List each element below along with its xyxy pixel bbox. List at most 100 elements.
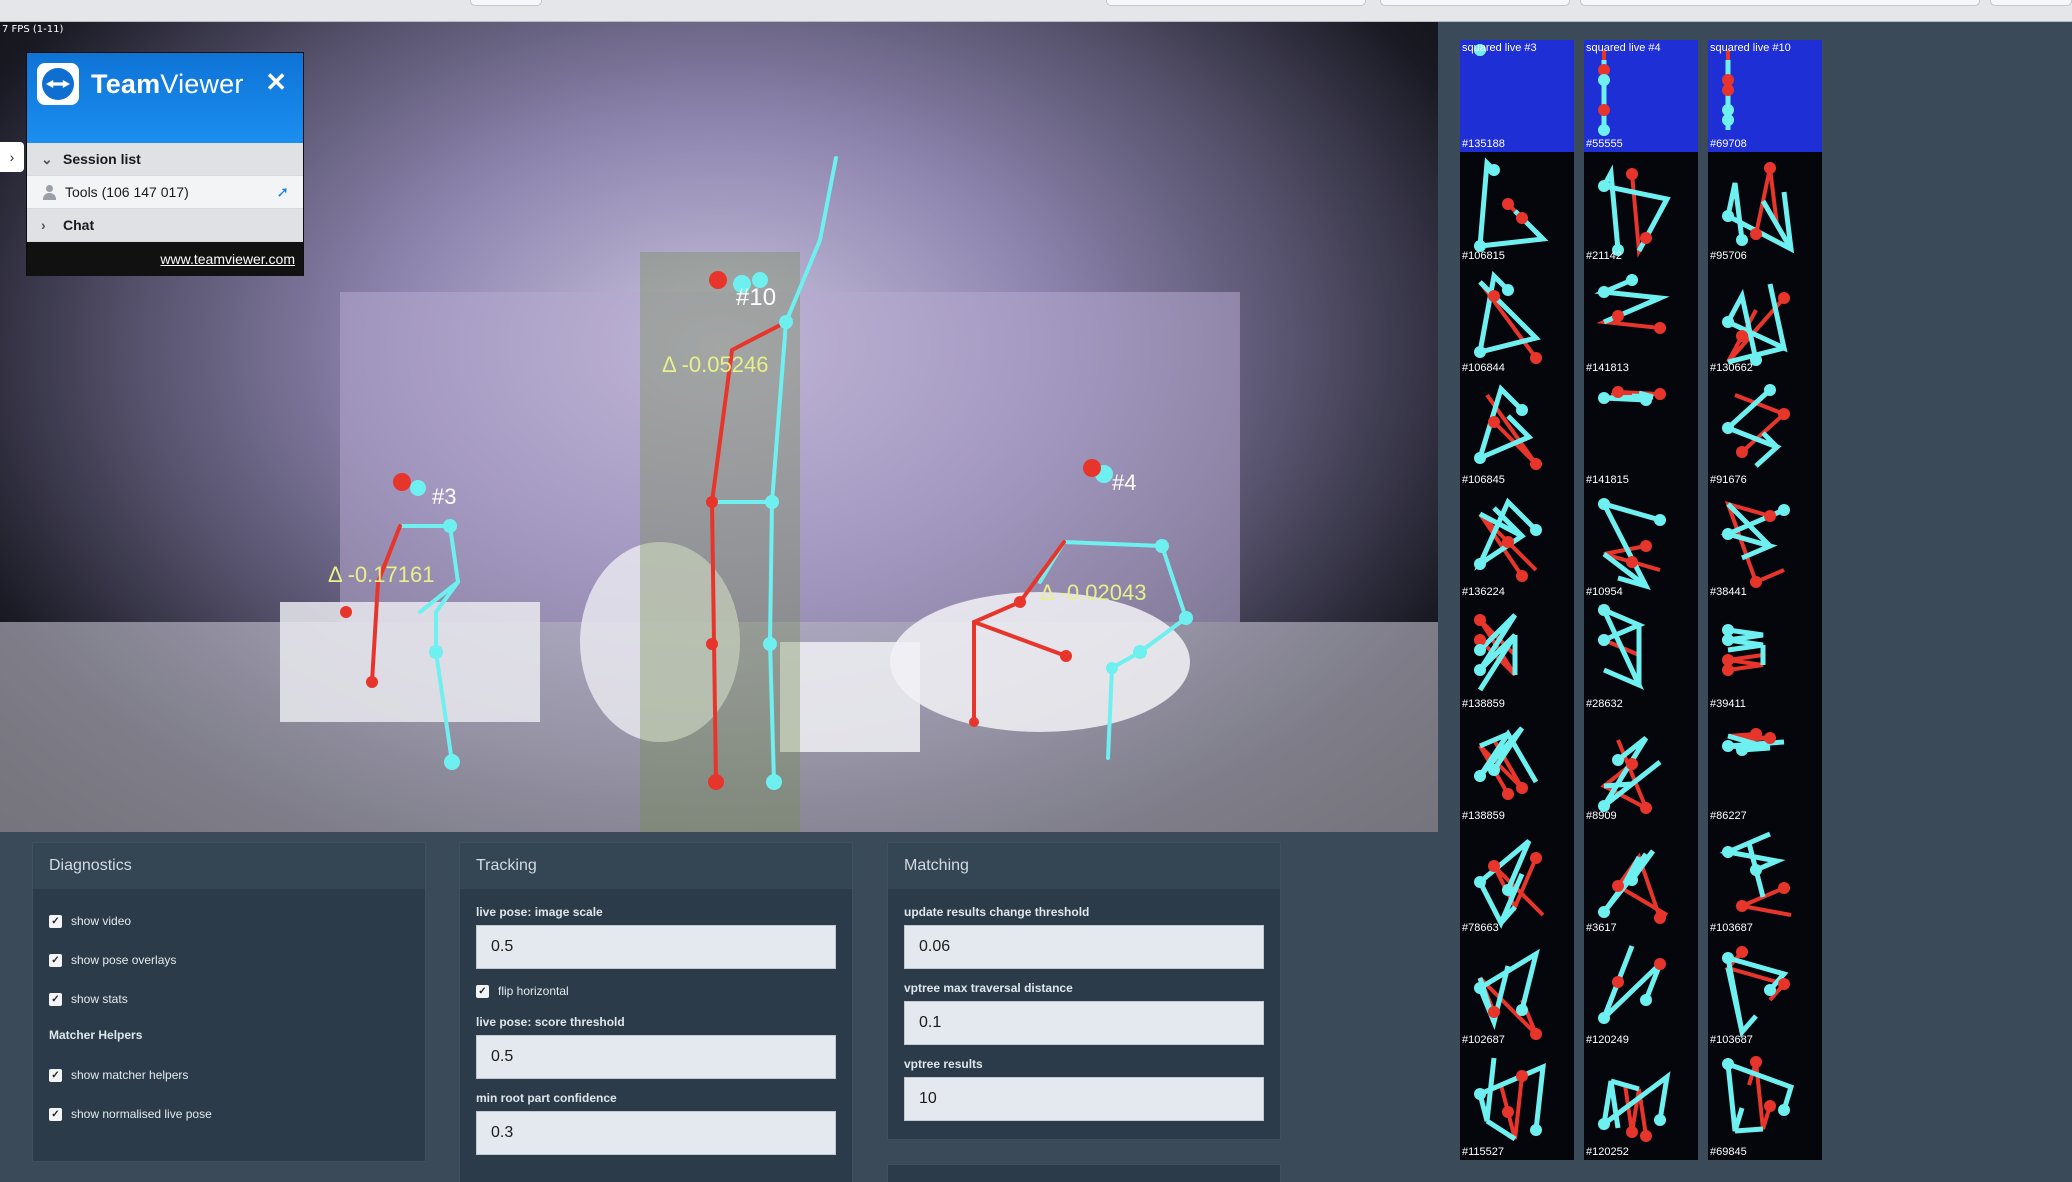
checkmark-icon: ✓ bbox=[49, 914, 62, 928]
match-result-thumbnail[interactable]: #3617 bbox=[1584, 824, 1698, 936]
pose-thumbnail-sketch bbox=[1722, 283, 1790, 366]
show-pose-overlays-checkbox[interactable]: ✓ show pose overlays bbox=[49, 950, 409, 970]
match-result-thumbnail[interactable]: #130662 bbox=[1708, 264, 1822, 376]
chevron-right-icon: › bbox=[9, 149, 15, 165]
close-icon[interactable]: ✕ bbox=[265, 67, 287, 98]
toolbar-button[interactable] bbox=[470, 0, 542, 6]
chevron-right-icon: › bbox=[41, 217, 46, 233]
toolbar-field[interactable] bbox=[1106, 0, 1366, 6]
checkmark-icon: ✓ bbox=[49, 992, 62, 1006]
checkmark-icon: ✓ bbox=[49, 1068, 62, 1082]
pose-thumbnail-sketch bbox=[1719, 831, 1792, 917]
delta-score-label: Δ -0.05246 bbox=[662, 352, 769, 377]
panel-title: Matching bbox=[888, 843, 1280, 889]
show-video-checkbox[interactable]: ✓ show video bbox=[49, 911, 409, 931]
match-result-thumbnail[interactable]: #138859 bbox=[1460, 712, 1574, 824]
result-id-label: #120252 bbox=[1586, 1146, 1629, 1158]
result-id-label: #86227 bbox=[1710, 810, 1747, 822]
match-result-thumbnail[interactable]: #120252 bbox=[1584, 1048, 1698, 1160]
pose-thumbnail-sketch bbox=[1598, 945, 1666, 1024]
match-result-thumbnail[interactable]: #28632 bbox=[1584, 600, 1698, 712]
show-normalised-live-pose-checkbox[interactable]: ✓ show normalised live pose bbox=[49, 1104, 409, 1124]
field-label: vptree results bbox=[904, 1057, 983, 1071]
min-root-confidence-input[interactable]: 0.3 bbox=[476, 1111, 836, 1155]
match-result-thumbnail[interactable]: #106845 bbox=[1460, 376, 1574, 488]
teamviewer-header: TeamViewer ✕ bbox=[27, 53, 303, 143]
toolbar-field[interactable] bbox=[1990, 0, 2072, 6]
session-list-toggle[interactable]: ⌄ Session list bbox=[27, 143, 303, 176]
match-result-thumbnail[interactable]: #78663 bbox=[1460, 824, 1574, 936]
pose-thumbnail-sketch bbox=[1474, 613, 1518, 692]
person-id-label: #10 bbox=[736, 284, 777, 311]
match-result-thumbnail[interactable]: #95706 bbox=[1708, 152, 1822, 264]
show-stats-checkbox[interactable]: ✓ show stats bbox=[49, 989, 409, 1009]
chat-toggle[interactable]: › Chat bbox=[27, 209, 303, 242]
pose-thumbnail-sketch bbox=[1598, 849, 1669, 924]
match-result-thumbnail[interactable]: #141815 bbox=[1584, 376, 1698, 488]
result-id-label: #135188 bbox=[1462, 138, 1505, 150]
match-result-thumbnail[interactable]: #138859 bbox=[1460, 600, 1574, 712]
match-result-thumbnail[interactable]: #106844 bbox=[1460, 264, 1574, 376]
match-result-thumbnail[interactable]: #120249 bbox=[1584, 936, 1698, 1048]
match-result-thumbnail[interactable]: squared live #10 #69708 bbox=[1708, 40, 1822, 152]
result-id-label: #136224 bbox=[1462, 586, 1505, 598]
teamviewer-panel: TeamViewer ✕ ⌄ Session list Tools (106 1… bbox=[26, 52, 304, 276]
match-result-thumbnail[interactable]: #103687 bbox=[1708, 936, 1822, 1048]
next-panel-header bbox=[887, 1164, 1281, 1182]
flip-horizontal-checkbox[interactable]: ✓ flip horizontal bbox=[476, 981, 836, 1001]
match-result-thumbnail[interactable]: #136224 bbox=[1460, 488, 1574, 600]
match-result-thumbnail[interactable]: #103687 bbox=[1708, 824, 1822, 936]
match-result-thumbnail[interactable]: squared live #4 #55555 bbox=[1584, 40, 1698, 152]
field-label: live pose: score threshold bbox=[476, 1015, 625, 1029]
match-result-thumbnail[interactable]: #21142 bbox=[1584, 152, 1698, 264]
result-column-header: squared live #4 bbox=[1586, 42, 1661, 54]
pose-thumbnail-sketch bbox=[1598, 164, 1671, 258]
fps-counter: 7 FPS (1-11) bbox=[2, 24, 64, 35]
pose-thumbnail-sketch bbox=[1722, 384, 1790, 468]
vptree-distance-input[interactable]: 0.1 bbox=[904, 1001, 1264, 1045]
result-id-label: #91676 bbox=[1710, 474, 1747, 486]
teamviewer-link[interactable]: www.teamviewer.com bbox=[160, 251, 295, 267]
pointer-icon: ➚ bbox=[276, 184, 289, 201]
match-result-thumbnail[interactable]: #141813 bbox=[1584, 264, 1698, 376]
vptree-results-input[interactable]: 10 bbox=[904, 1077, 1264, 1121]
pose-thumbnail-sketch bbox=[1594, 274, 1670, 334]
toolbar-field[interactable] bbox=[1580, 0, 1980, 6]
match-result-thumbnail[interactable]: #69845 bbox=[1708, 1048, 1822, 1160]
tracking-panel: Tracking live pose: image scale 0.5 ✓ fli… bbox=[459, 842, 853, 1182]
teamviewer-expand-tab[interactable]: › bbox=[0, 142, 24, 172]
image-scale-input[interactable]: 0.5 bbox=[476, 925, 836, 969]
match-result-thumbnail[interactable]: #10954 bbox=[1584, 488, 1698, 600]
teamviewer-footer: www.teamviewer.com bbox=[27, 242, 303, 276]
pose-thumbnail-sketch bbox=[1722, 162, 1795, 254]
session-entry[interactable]: Tools (106 147 017) ➚ bbox=[27, 176, 303, 209]
match-result-thumbnail[interactable]: #102687 bbox=[1460, 936, 1574, 1048]
pose-thumbnail-sketch bbox=[1722, 1056, 1795, 1134]
result-id-label: #39411 bbox=[1710, 698, 1746, 710]
diagnostics-panel: Diagnostics ✓ show video ✓ show pose overl… bbox=[32, 842, 426, 1162]
matching-panel: Matching update results change threshold… bbox=[887, 842, 1281, 1140]
score-threshold-input[interactable]: 0.5 bbox=[476, 1035, 836, 1079]
match-result-thumbnail[interactable]: #91676 bbox=[1708, 376, 1822, 488]
result-id-label: #102687 bbox=[1462, 1034, 1505, 1046]
update-threshold-input[interactable]: 0.06 bbox=[904, 925, 1264, 969]
result-id-label: #141813 bbox=[1586, 362, 1629, 374]
person-id-label: #4 bbox=[1112, 470, 1137, 495]
pose-thumbnail-sketch bbox=[1598, 498, 1666, 590]
result-id-label: #3617 bbox=[1586, 922, 1617, 934]
match-result-thumbnail[interactable]: #106815 bbox=[1460, 152, 1574, 264]
match-result-thumbnail[interactable]: #38441 bbox=[1708, 488, 1822, 600]
match-result-thumbnail[interactable]: #115527 bbox=[1460, 1048, 1574, 1160]
pose-thumbnail-sketch bbox=[1474, 948, 1542, 1040]
toolbar-field[interactable] bbox=[1380, 0, 1570, 6]
match-result-thumbnail[interactable]: #39411 bbox=[1708, 600, 1822, 712]
pose-thumbnail-sketch bbox=[1598, 386, 1666, 406]
pose-thumbnail-sketch bbox=[1474, 384, 1542, 470]
show-matcher-helpers-checkbox[interactable]: ✓ show matcher helpers bbox=[49, 1065, 409, 1085]
match-result-thumbnail[interactable]: squared live #3 #135188 bbox=[1460, 40, 1574, 152]
person-icon bbox=[41, 184, 59, 200]
match-result-thumbnail[interactable]: #86227 bbox=[1708, 712, 1822, 824]
result-column-header: squared live #3 bbox=[1462, 42, 1537, 54]
pose-thumbnail-sketch bbox=[1598, 604, 1646, 690]
match-result-thumbnail[interactable]: #8909 bbox=[1584, 712, 1698, 824]
